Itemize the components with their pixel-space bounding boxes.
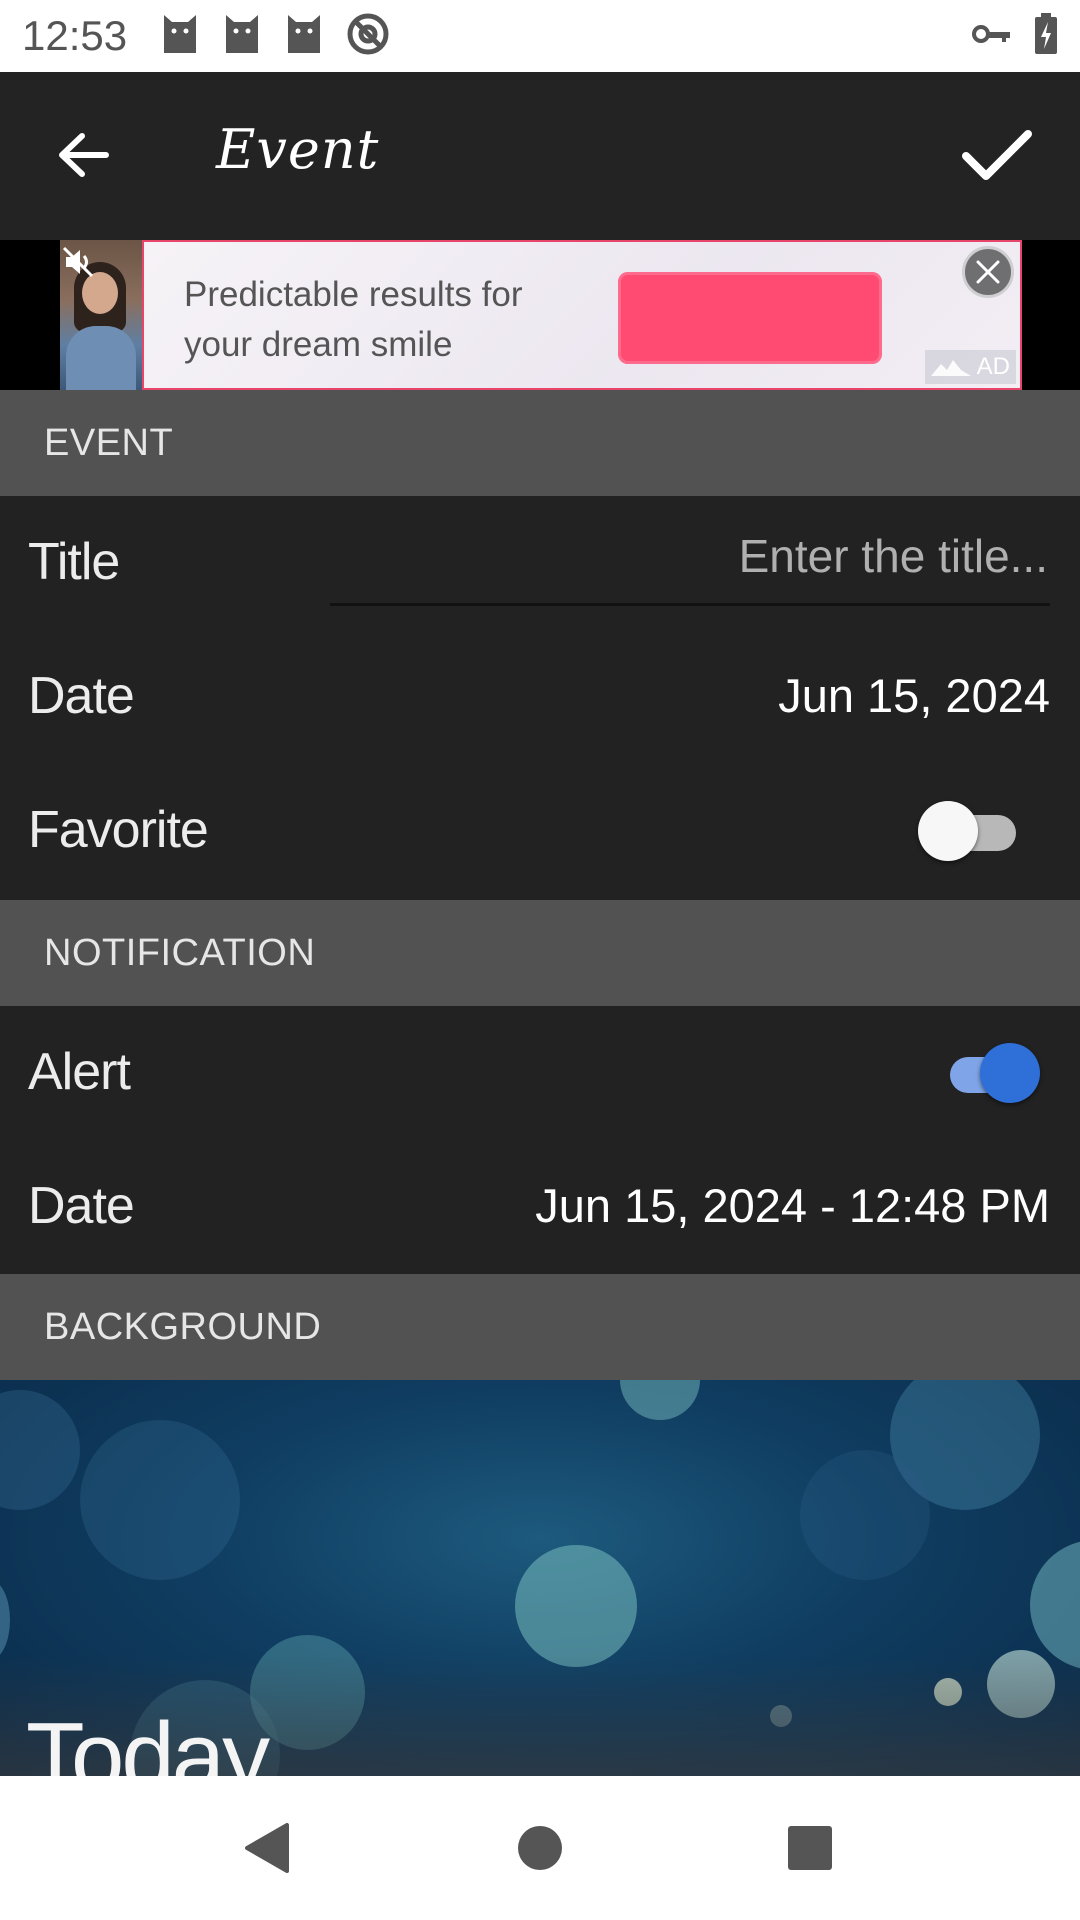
back-button[interactable]	[40, 112, 126, 198]
nav-recents-button[interactable]	[774, 1812, 846, 1884]
app-bar: Event	[0, 72, 1080, 240]
event-date-row[interactable]: Date Jun 15, 2024	[0, 630, 1080, 764]
favorite-label: Favorite	[28, 801, 209, 859]
title-input[interactable]	[330, 516, 1050, 606]
date-label: Date	[28, 667, 135, 725]
ad-banner[interactable]: Predictable results for your dream smile…	[0, 240, 1080, 390]
notification-icons	[160, 12, 390, 60]
ad-badge: AD	[924, 350, 1016, 384]
section-title: EVENT	[44, 422, 174, 464]
alert-date-value[interactable]: Jun 15, 2024 - 12:48 PM	[535, 1178, 1050, 1233]
cat-icon	[160, 13, 200, 60]
close-icon	[976, 260, 1000, 284]
save-button[interactable]	[954, 112, 1040, 198]
ad-cta-button[interactable]	[618, 272, 882, 364]
ad-card[interactable]: Predictable results for your dream smile…	[142, 240, 1022, 390]
circle-home-icon	[518, 1826, 562, 1870]
section-header-event: EVENT	[0, 390, 1080, 496]
square-recents-icon	[788, 1826, 832, 1870]
checkmark-icon	[962, 130, 1032, 180]
favorite-row: Favorite	[0, 764, 1080, 898]
page-title: Event	[216, 118, 380, 181]
back-arrow-icon	[59, 133, 109, 177]
nav-home-button[interactable]	[504, 1812, 576, 1884]
section-header-notification: NOTIFICATION	[0, 900, 1080, 1006]
navigation-bar	[0, 1776, 1080, 1920]
status-bar: 12:53	[0, 0, 1080, 72]
vpn-key-icon	[972, 22, 1012, 51]
battery-charging-icon	[1034, 12, 1058, 60]
system-icons	[972, 12, 1058, 60]
ad-logo-icon	[930, 360, 971, 376]
cat-icon	[222, 13, 262, 60]
ad-text: Predictable results for your dream smile	[184, 275, 523, 364]
background-preview[interactable]: Today	[0, 1380, 1080, 1776]
section-title: BACKGROUND	[44, 1306, 322, 1348]
section-title: NOTIFICATION	[44, 932, 316, 974]
event-date-value[interactable]: Jun 15, 2024	[778, 668, 1050, 723]
alert-toggle[interactable]	[940, 1043, 1040, 1103]
section-header-background: BACKGROUND	[0, 1274, 1080, 1380]
ad-badge-label: AD	[976, 353, 1010, 380]
nav-back-button[interactable]	[230, 1812, 302, 1884]
alert-row: Alert	[0, 1006, 1080, 1140]
ad-close-button[interactable]	[962, 246, 1014, 298]
date-label: Date	[28, 1177, 135, 1235]
muted-speaker-icon[interactable]	[60, 244, 96, 280]
alert-label: Alert	[28, 1043, 131, 1101]
cat-icon	[284, 13, 324, 60]
favorite-toggle[interactable]	[918, 801, 1018, 861]
title-row: Title	[0, 496, 1080, 630]
at-sign-icon	[346, 12, 390, 61]
background-preview-text: Today	[26, 1703, 270, 1776]
status-time: 12:53	[22, 12, 128, 59]
triangle-back-icon	[245, 1823, 289, 1873]
title-label: Title	[28, 533, 120, 591]
alert-date-row[interactable]: Date Jun 15, 2024 - 12:48 PM	[0, 1140, 1080, 1274]
